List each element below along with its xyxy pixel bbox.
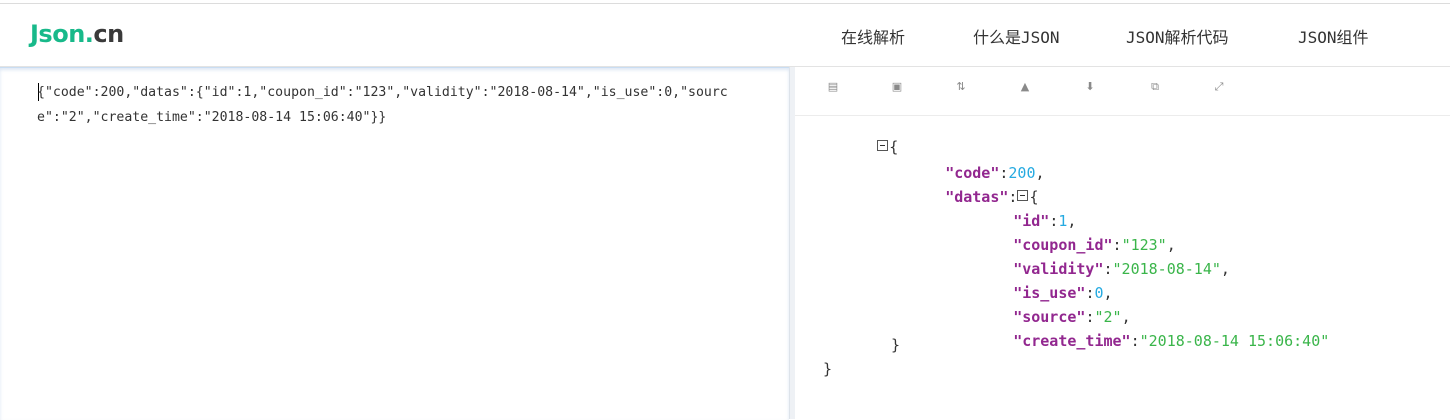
site-header: Json.cn 在线解析 什么是JSON JSON解析代码 JSON组件 <box>0 4 1450 67</box>
tree-root-line: { <box>823 120 898 174</box>
viewer-toolbar: ▤ ▣ ⇅ ▲ ⬇ ⧉ ⤢ <box>795 67 1450 116</box>
nav-online-parse[interactable]: 在线解析 <box>841 24 905 48</box>
compress-icon[interactable]: ⤢ <box>1212 80 1226 94</box>
json-input-editor[interactable]: {"code":200,"datas":{"id":1,"coupon_id":… <box>0 67 789 420</box>
nav-what-is-json[interactable]: 什么是JSON <box>973 24 1060 48</box>
json-tree-viewer: { "code":200, "datas":{ "id":1, "coupon_… <box>795 116 1450 419</box>
raw-json-text[interactable]: {"code":200,"datas":{"id":1,"coupon_id":… <box>37 81 782 130</box>
datas-close-brace: } <box>891 336 901 354</box>
delete-icon[interactable]: ▲ <box>1018 80 1032 94</box>
root-close-brace: } <box>823 360 833 378</box>
logo-tld: cn <box>93 20 124 48</box>
format-icon[interactable]: ▤ <box>826 80 840 94</box>
site-logo[interactable]: Json.cn <box>30 20 124 48</box>
sort-icon[interactable]: ⇅ <box>954 80 968 94</box>
tree-row-create-time: "create_time":"2018-08-14 15:06:40" <box>1013 332 1330 350</box>
copy-icon[interactable]: ⧉ <box>1148 80 1162 94</box>
save-icon[interactable]: ▣ <box>890 80 904 94</box>
nav-json-components[interactable]: JSON组件 <box>1298 24 1369 48</box>
download-icon[interactable]: ⬇ <box>1083 80 1097 94</box>
json-string: "2018-08-14 15:06:40" <box>1139 332 1330 350</box>
json-key: "create_time" <box>1013 332 1131 350</box>
logo-text: Json <box>30 20 85 48</box>
json-string: "2018-08-14" <box>1112 260 1221 278</box>
collapse-root-toggle[interactable] <box>877 140 889 151</box>
nav-json-parse-code[interactable]: JSON解析代码 <box>1126 24 1229 48</box>
